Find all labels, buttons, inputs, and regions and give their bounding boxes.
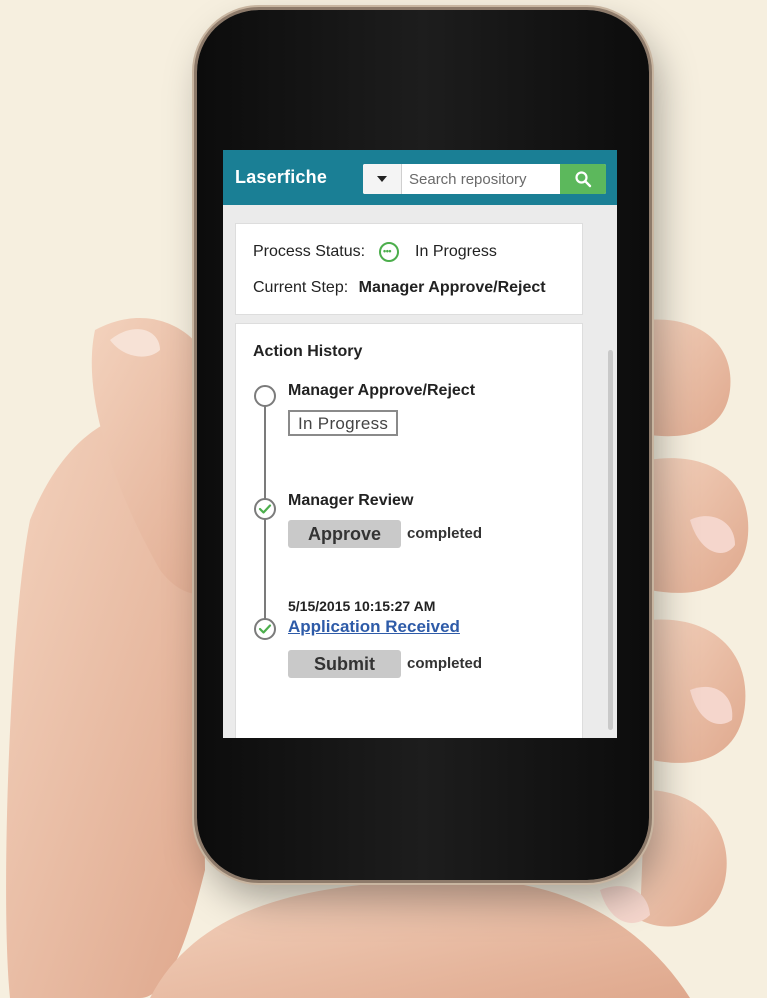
history-item-title: Manager Approve/Reject bbox=[288, 382, 476, 399]
in-progress-icon: ••• bbox=[379, 242, 400, 262]
search-icon bbox=[575, 171, 592, 188]
current-step-value: Manager Approve/Reject bbox=[358, 279, 546, 296]
scrollbar[interactable] bbox=[608, 350, 613, 730]
in-progress-badge: In Progress bbox=[288, 410, 399, 436]
circle-icon bbox=[254, 385, 276, 407]
phone-screen: Laserfiche Process Status: ••• In Progre bbox=[223, 150, 617, 738]
action-history-card: Action History Manager Approve/Reject In… bbox=[235, 323, 583, 738]
completed-label: completed bbox=[407, 525, 483, 542]
caret-down-icon bbox=[377, 176, 387, 182]
timestamp: 5/15/2015 10:15:27 AM bbox=[288, 598, 436, 614]
current-step-label: Current Step: bbox=[253, 279, 349, 296]
completed-label: completed bbox=[407, 655, 483, 672]
process-status-card: Process Status: ••• In Progress Current … bbox=[235, 223, 583, 315]
brand-logo: Laserfiche bbox=[235, 167, 328, 187]
check-icon bbox=[254, 498, 276, 520]
action-history-title: Action History bbox=[253, 343, 363, 360]
scene: Laserfiche Process Status: ••• In Progre bbox=[0, 0, 767, 998]
application-received-link[interactable]: Application Received bbox=[288, 617, 460, 637]
process-status-row: Process Status: ••• In Progress bbox=[253, 242, 497, 262]
app-header: Laserfiche bbox=[223, 150, 617, 205]
submit-action-button[interactable]: Submit bbox=[288, 650, 401, 678]
current-step-row: Current Step: Manager Approve/Reject bbox=[253, 279, 546, 297]
approve-action-button[interactable]: Approve bbox=[288, 520, 401, 548]
check-icon bbox=[254, 618, 276, 640]
process-status-value: In Progress bbox=[415, 243, 497, 260]
search-bar bbox=[363, 164, 606, 194]
search-input[interactable] bbox=[403, 164, 559, 194]
search-scope-dropdown[interactable] bbox=[363, 164, 402, 194]
history-item-title: Manager Review bbox=[288, 492, 414, 509]
process-status-label: Process Status: bbox=[253, 243, 366, 260]
search-button[interactable] bbox=[560, 164, 606, 194]
